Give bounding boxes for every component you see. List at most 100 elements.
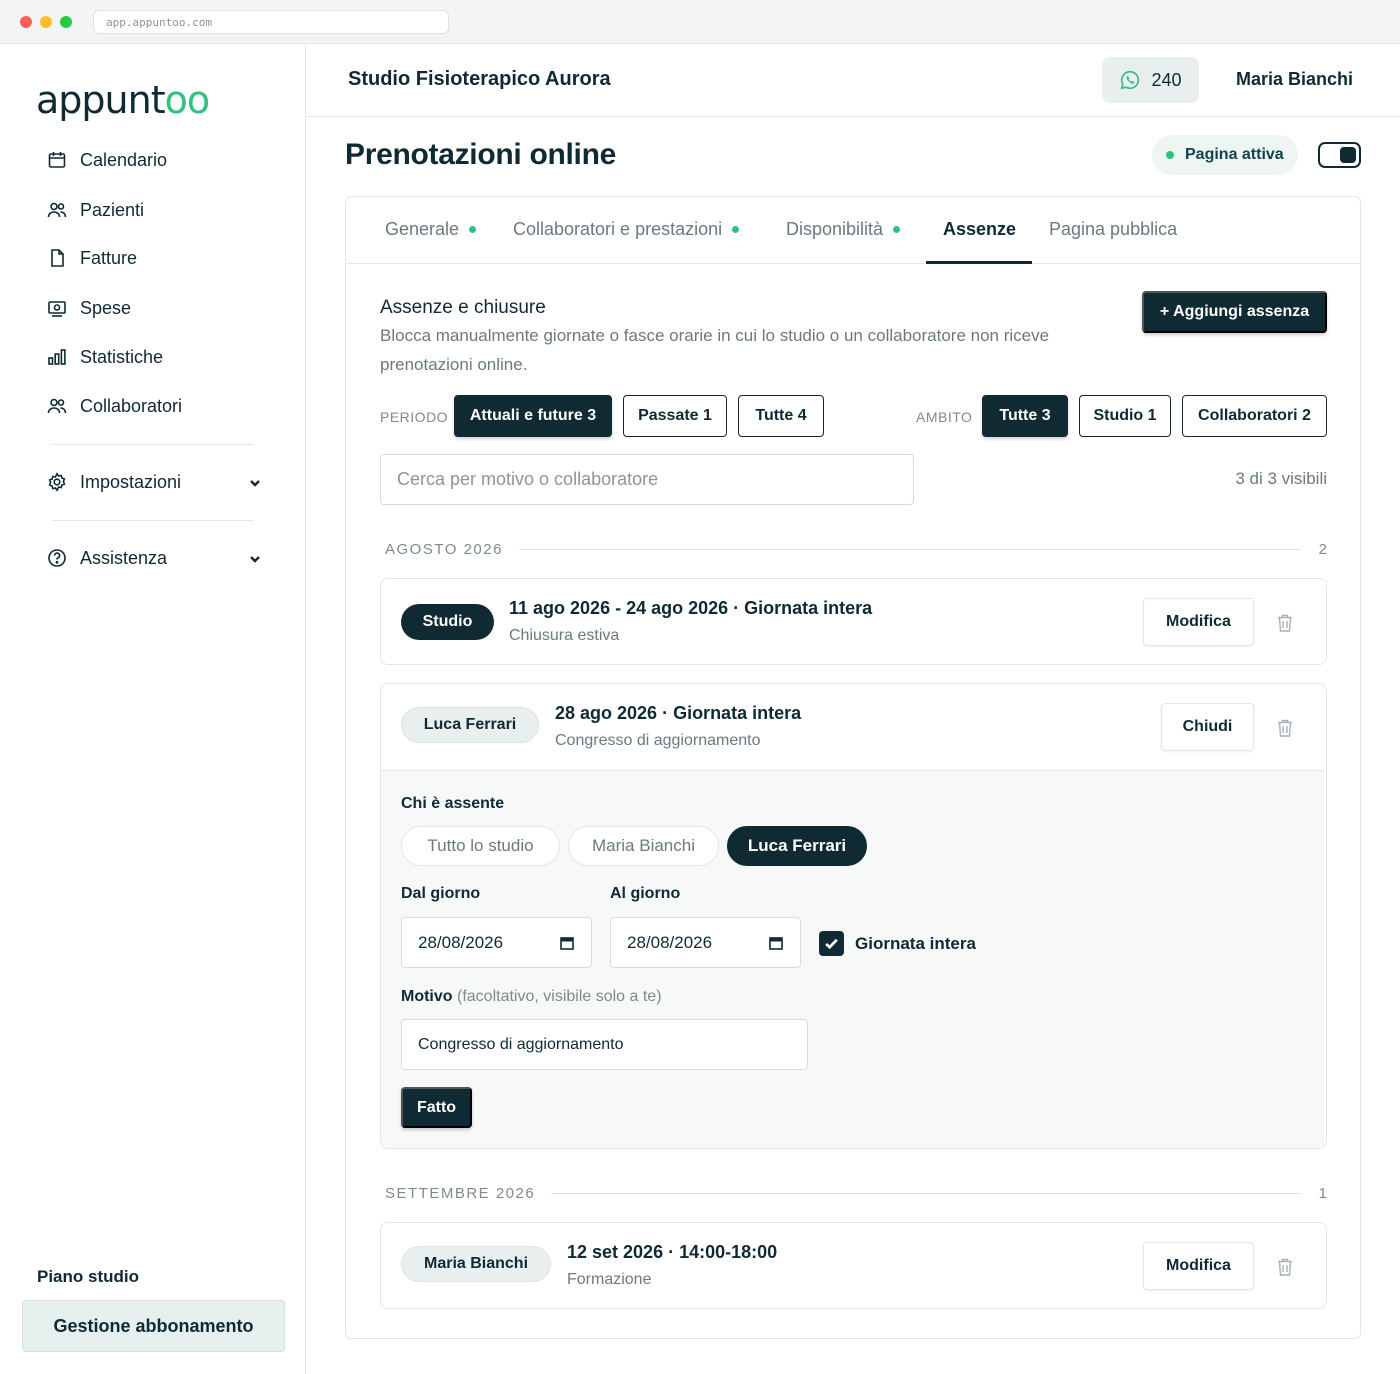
section-description: Blocca manualmente giornate o fasce orar… xyxy=(380,326,1050,374)
status-text: Pagina attiva xyxy=(1185,146,1284,163)
tab-pagina-pubblica[interactable]: Pagina pubblica xyxy=(1049,219,1177,240)
page-active-toggle[interactable] xyxy=(1318,142,1361,168)
sidebar-item-spese[interactable]: Spese xyxy=(46,292,131,324)
edit-button[interactable]: Modifica xyxy=(1143,598,1254,646)
toggle-knob xyxy=(1340,147,1356,163)
status-dot xyxy=(1166,151,1174,159)
app-logo[interactable]: appuntoo xyxy=(36,78,210,122)
calendar-icon[interactable] xyxy=(768,935,784,951)
user-menu[interactable]: Maria Bianchi xyxy=(1236,69,1353,90)
to-date-label: Al giorno xyxy=(610,885,681,902)
filter-scope-all[interactable]: Tutte 3 xyxy=(982,395,1068,437)
absence-item: Studio 11 ago 2026 - 24 ago 2026 · Giorn… xyxy=(380,578,1327,665)
full-day-checkbox[interactable] xyxy=(819,931,844,956)
sidebar-item-fatture[interactable]: Fatture xyxy=(46,242,137,274)
file-icon xyxy=(46,247,68,269)
calendar-icon xyxy=(46,149,68,171)
maximize-window-dot[interactable] xyxy=(60,16,72,28)
absence-editor: Chi è assente Tutto lo studio Maria Bian… xyxy=(381,770,1325,1148)
sidebar-item-statistiche[interactable]: Statistiche xyxy=(46,341,163,373)
tab-collaboratori-prestazioni[interactable]: Collaboratori e prestazioni xyxy=(513,219,740,240)
whatsapp-credits-badge[interactable]: 240 xyxy=(1102,57,1199,103)
manage-subscription-button[interactable]: Gestione abbonamento xyxy=(22,1300,285,1352)
group-count: 2 xyxy=(1318,540,1327,558)
scope-filter-label: AMBITO xyxy=(916,409,973,425)
group-label: AGOSTO 2026 xyxy=(385,540,503,558)
sidebar-divider xyxy=(52,520,254,521)
gear-icon xyxy=(46,471,68,493)
sidebar-item-label: Calendario xyxy=(80,149,168,170)
check-icon xyxy=(825,938,838,950)
status-badge: Pagina attiva xyxy=(1152,135,1298,175)
trash-icon[interactable] xyxy=(1276,718,1296,738)
filter-period-past[interactable]: Passate 1 xyxy=(623,395,727,437)
sidebar-item-calendario[interactable]: Calendario xyxy=(46,144,167,176)
filter-period-all[interactable]: Tutte 4 xyxy=(738,395,824,437)
absence-dates: 12 set 2026 · 14:00-18:00 xyxy=(567,1242,778,1262)
close-window-dot[interactable] xyxy=(20,16,32,28)
filter-scope-studio[interactable]: Studio 1 xyxy=(1079,395,1171,437)
to-date-field[interactable]: 28/08/2026 xyxy=(610,917,801,968)
sidebar-item-assistenza[interactable]: Assistenza xyxy=(46,542,167,574)
add-absence-button[interactable]: + Aggiungi assenza xyxy=(1142,291,1327,333)
logo-text: appunt xyxy=(36,78,166,122)
search-input[interactable] xyxy=(380,454,914,505)
calendar-icon[interactable] xyxy=(559,935,575,951)
plan-label: Piano studio xyxy=(37,1267,139,1286)
active-tab-indicator xyxy=(926,261,1032,264)
page-title: Prenotazioni online xyxy=(345,138,616,171)
who-option-luca-ferrari[interactable]: Luca Ferrari xyxy=(727,826,867,866)
tab-generale[interactable]: Generale xyxy=(385,219,477,240)
tab-bar: Generale Collaboratori e prestazioni Dis… xyxy=(346,197,1360,264)
who-option-maria-bianchi[interactable]: Maria Bianchi xyxy=(568,826,719,866)
section-title: Assenze e chiusure xyxy=(380,297,546,318)
edit-button[interactable]: Modifica xyxy=(1143,1242,1254,1290)
who-option-whole-studio[interactable]: Tutto lo studio xyxy=(401,826,560,866)
minimize-window-dot[interactable] xyxy=(40,16,52,28)
group-count: 1 xyxy=(1318,1184,1327,1202)
browser-bar: app.appuntoo.com xyxy=(0,0,1400,44)
tab-disponibilita[interactable]: Disponibilità xyxy=(786,219,901,240)
trash-icon[interactable] xyxy=(1276,1257,1296,1277)
whatsapp-icon xyxy=(1121,70,1140,90)
sidebar-item-label: Impostazioni xyxy=(80,471,182,492)
collaborator-badge: Luca Ferrari xyxy=(401,707,539,743)
address-bar[interactable]: app.appuntoo.com xyxy=(93,10,449,34)
from-date-field[interactable]: 28/08/2026 xyxy=(401,917,592,968)
sidebar-item-label: Assistenza xyxy=(80,547,168,568)
sidebar: appuntoo Calendario Pazienti Fatture Spe… xyxy=(0,44,306,1374)
group-header: AGOSTO 2026 2 xyxy=(385,539,1327,559)
chevron-down-icon[interactable] xyxy=(248,476,262,490)
sidebar-item-pazienti[interactable]: Pazienti xyxy=(46,194,144,226)
done-button[interactable]: Fatto xyxy=(401,1087,472,1128)
close-editor-button[interactable]: Chiudi xyxy=(1161,703,1254,751)
reason-label: Motivo (facoltativo, visibile solo a te) xyxy=(401,988,662,1006)
filter-scope-collaborators[interactable]: Collaboratori 2 xyxy=(1182,395,1327,437)
logo-accent-text: oo xyxy=(164,78,210,122)
group-divider xyxy=(518,548,1301,550)
period-filter-label: PERIODO xyxy=(380,409,449,425)
trash-icon[interactable] xyxy=(1276,613,1296,633)
filter-period-current[interactable]: Attuali e future 3 xyxy=(454,395,612,437)
absence-reason: Formazione xyxy=(567,1271,652,1288)
sidebar-item-label: Fatture xyxy=(80,247,138,268)
absence-reason: Congresso di aggiornamento xyxy=(555,732,761,749)
chevron-down-icon[interactable] xyxy=(248,552,262,566)
sidebar-item-label: Spese xyxy=(80,297,132,318)
reason-label-text: Motivo xyxy=(401,988,453,1005)
tab-complete-dot xyxy=(893,226,901,233)
tab-assenze[interactable]: Assenze xyxy=(943,219,1016,240)
tab-label: Disponibilità xyxy=(786,219,884,239)
receipt-icon xyxy=(46,297,68,319)
tab-label: Assenze xyxy=(943,219,1017,239)
studio-name: Studio Fisioterapico Aurora xyxy=(348,68,611,90)
users-icon xyxy=(46,199,68,221)
sidebar-item-impostazioni[interactable]: Impostazioni xyxy=(46,466,181,498)
visible-count: 3 di 3 visibili xyxy=(1235,469,1327,488)
reason-input[interactable] xyxy=(401,1019,808,1070)
tab-complete-dot xyxy=(732,226,740,233)
whatsapp-count: 240 xyxy=(1151,69,1182,90)
group-label: SETTEMBRE 2026 xyxy=(385,1184,536,1202)
sidebar-item-collaboratori[interactable]: Collaboratori xyxy=(46,390,182,422)
help-circle-icon xyxy=(46,547,68,569)
